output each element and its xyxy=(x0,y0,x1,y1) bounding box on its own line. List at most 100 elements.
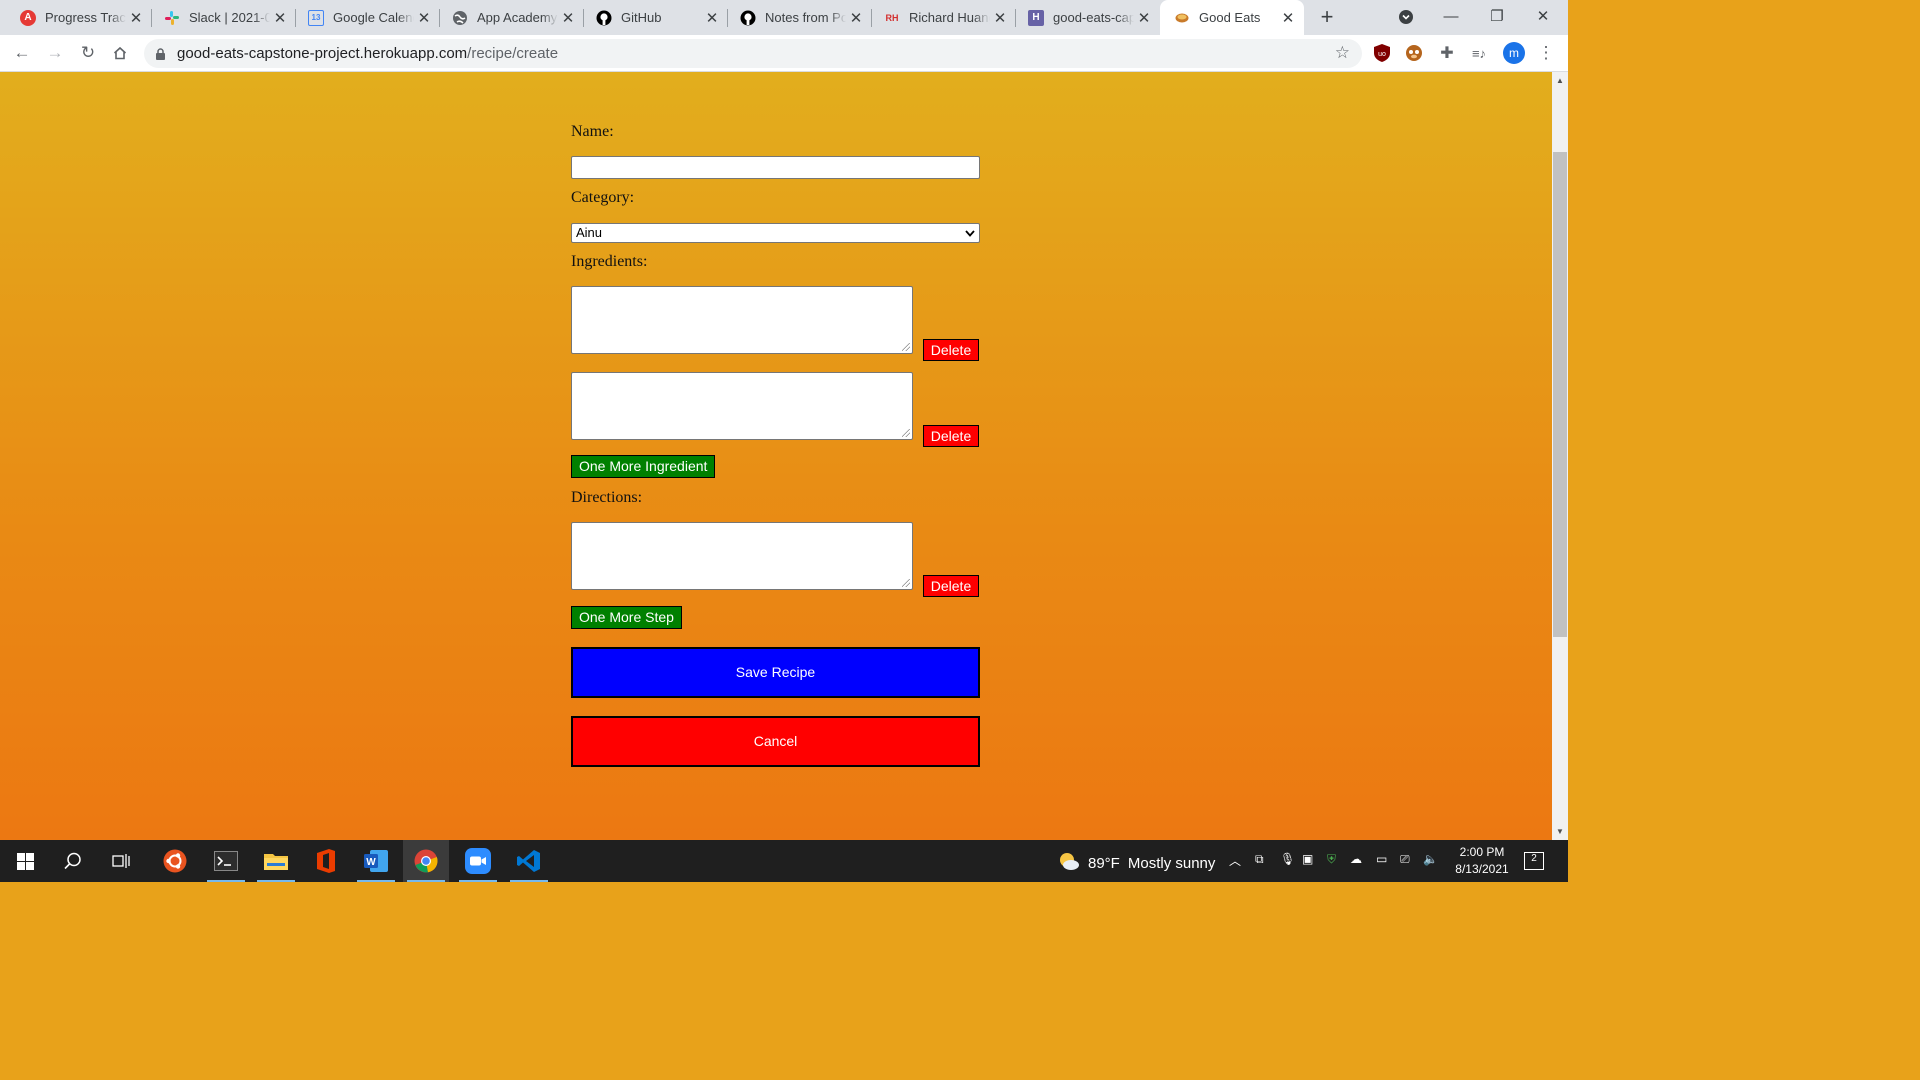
tab-richard-huang[interactable]: RH Richard Huang ✕ xyxy=(872,0,1016,35)
tab-title: App Academy xyxy=(477,10,558,25)
media-queue-icon[interactable]: ≡♪ xyxy=(1469,43,1489,63)
defender-shield-icon[interactable]: ⛨ xyxy=(1327,852,1336,867)
network-icon[interactable]: ⎚ xyxy=(1400,852,1410,867)
weather-widget[interactable]: 89°F Mostly sunny xyxy=(1058,851,1215,875)
close-icon[interactable]: ✕ xyxy=(990,9,1010,27)
direction-textarea-1[interactable] xyxy=(571,522,913,590)
scroll-down-arrow-icon[interactable]: ▼ xyxy=(1553,825,1567,839)
heroku-icon: H xyxy=(1028,9,1044,26)
lock-icon[interactable] xyxy=(156,47,165,60)
save-recipe-button[interactable]: Save Recipe xyxy=(571,647,980,698)
tab-search-button[interactable] xyxy=(1391,4,1421,30)
scrollbar-thumb[interactable] xyxy=(1553,152,1567,637)
vscode-icon[interactable] xyxy=(506,840,552,882)
clock-time: 2:00 PM xyxy=(1459,845,1505,859)
tab-github[interactable]: GitHub ✕ xyxy=(584,0,728,35)
category-select[interactable]: Ainu xyxy=(571,223,980,243)
close-icon[interactable]: ✕ xyxy=(1134,9,1154,27)
windows-start-icon[interactable] xyxy=(2,840,48,882)
chevron-down-icon xyxy=(965,224,975,243)
back-arrow-icon[interactable]: ← xyxy=(8,39,36,67)
svg-text:W: W xyxy=(366,857,376,868)
microphone-icon[interactable]: 🎙 xyxy=(1280,852,1295,866)
calendar-icon: 13 xyxy=(308,9,324,26)
name-input[interactable] xyxy=(571,156,980,179)
tab-title: Google Calendar xyxy=(333,10,414,25)
slack-icon xyxy=(164,10,180,26)
category-selected-value: Ainu xyxy=(576,225,603,240)
ingredient-textarea-1[interactable] xyxy=(571,286,913,354)
tab-strip: A Progress Tracker ✕ Slack | 2021-03 ✕ 1… xyxy=(0,0,1568,35)
close-icon[interactable]: ✕ xyxy=(702,9,722,27)
add-ingredient-button[interactable]: One More Ingredient xyxy=(571,455,716,478)
url-text[interactable]: good-eats-capstone-project.herokuapp.com… xyxy=(177,45,558,62)
close-icon[interactable]: ✕ xyxy=(126,9,146,27)
add-step-button[interactable]: One More Step xyxy=(571,606,682,629)
page-viewport: Name: Category: Ainu Ingredients: Delete… xyxy=(0,72,1552,840)
delete-ingredient-button-1[interactable]: Delete xyxy=(923,339,979,361)
tab-title: GitHub xyxy=(621,10,662,25)
close-icon[interactable]: ✕ xyxy=(1278,9,1298,27)
chrome-menu-icon[interactable]: ⋮ xyxy=(1532,39,1560,67)
food-icon xyxy=(1174,10,1190,26)
zoom-icon[interactable] xyxy=(455,840,501,882)
new-tab-button[interactable]: + xyxy=(1316,5,1338,29)
ingredient-textarea-2[interactable] xyxy=(571,372,913,440)
word-icon[interactable]: W xyxy=(353,840,399,882)
bookmark-star-icon[interactable]: ☆ xyxy=(1335,43,1350,63)
restore-button[interactable]: ❐ xyxy=(1482,4,1512,30)
system-clock[interactable]: 2:00 PM 8/13/2021 xyxy=(1448,844,1516,878)
onedrive-icon[interactable]: ☁ xyxy=(1350,852,1362,866)
tab-app-academy[interactable]: App Academy ✕ xyxy=(440,0,584,35)
file-explorer-icon[interactable] xyxy=(253,840,299,882)
tray-chevron-icon[interactable]: ︿ xyxy=(1229,852,1241,869)
meet-now-icon[interactable]: ⧉ xyxy=(1255,852,1264,867)
notification-center-icon[interactable]: 2 xyxy=(1524,852,1544,870)
tab-notes[interactable]: Notes from Po ✕ xyxy=(728,0,872,35)
chrome-icon[interactable] xyxy=(403,840,449,882)
cancel-button[interactable]: Cancel xyxy=(571,716,980,767)
rh-logo-icon: RH xyxy=(885,12,899,23)
scroll-up-arrow-icon[interactable]: ▲ xyxy=(1553,74,1567,88)
github-icon xyxy=(740,10,756,26)
close-icon[interactable]: ✕ xyxy=(414,9,434,27)
extensions-puzzle-icon[interactable]: ✚ xyxy=(1437,43,1457,63)
tab-good-eats[interactable]: Good Eats ✕ xyxy=(1160,0,1304,35)
windows-taskbar: W 89°F Mostly sunny ︿ ⧉ 🎙 ▣ ⛨ ☁ ▭ ⎚ 🔈 2:… xyxy=(0,840,1568,882)
profile-avatar[interactable]: m xyxy=(1503,42,1525,64)
progress-tracker-icon: A xyxy=(20,9,36,26)
tab-title: Slack | 2021-03 xyxy=(189,10,270,25)
battery-icon[interactable]: ▭ xyxy=(1376,852,1387,866)
delete-step-button-1[interactable]: Delete xyxy=(923,575,979,597)
clock-date: 8/13/2021 xyxy=(1455,862,1509,876)
globe-icon xyxy=(452,10,468,26)
weather-temp: 89°F xyxy=(1088,854,1120,872)
delete-ingredient-button-2[interactable]: Delete xyxy=(923,425,979,447)
reload-icon[interactable]: ↻ xyxy=(74,39,102,67)
tab-google-calendar[interactable]: 13 Google Calendar ✕ xyxy=(296,0,440,35)
close-icon[interactable]: ✕ xyxy=(270,9,290,27)
display-icon[interactable]: ▣ xyxy=(1302,852,1313,866)
terminal-icon[interactable] xyxy=(203,840,249,882)
home-icon[interactable] xyxy=(106,39,134,67)
github-icon xyxy=(596,10,612,26)
url-domain: good-eats-capstone-project.herokuapp.com xyxy=(177,45,468,62)
address-bar[interactable]: good-eats-capstone-project.herokuapp.com… xyxy=(144,39,1362,68)
volume-icon[interactable]: 🔈 xyxy=(1423,852,1438,866)
tab-progress-tracker[interactable]: A Progress Tracker ✕ xyxy=(0,0,152,35)
office-icon[interactable] xyxy=(303,840,349,882)
close-icon[interactable]: ✕ xyxy=(558,9,578,27)
tampermonkey-icon[interactable] xyxy=(1404,43,1424,63)
forward-arrow-icon[interactable]: → xyxy=(41,39,69,67)
category-label: Category: xyxy=(571,189,635,206)
ublock-icon[interactable]: uo xyxy=(1372,43,1392,63)
minimize-button[interactable]: — xyxy=(1436,4,1466,30)
tab-title: Richard Huang xyxy=(909,10,990,25)
search-icon[interactable] xyxy=(50,840,96,882)
close-icon[interactable]: ✕ xyxy=(846,9,866,27)
close-window-button[interactable]: ✕ xyxy=(1528,4,1558,30)
tab-slack[interactable]: Slack | 2021-03 ✕ xyxy=(152,0,296,35)
task-view-icon[interactable] xyxy=(98,840,144,882)
ubuntu-icon[interactable] xyxy=(152,840,198,882)
tab-heroku[interactable]: H good-eats-capstone ✕ xyxy=(1016,0,1160,35)
